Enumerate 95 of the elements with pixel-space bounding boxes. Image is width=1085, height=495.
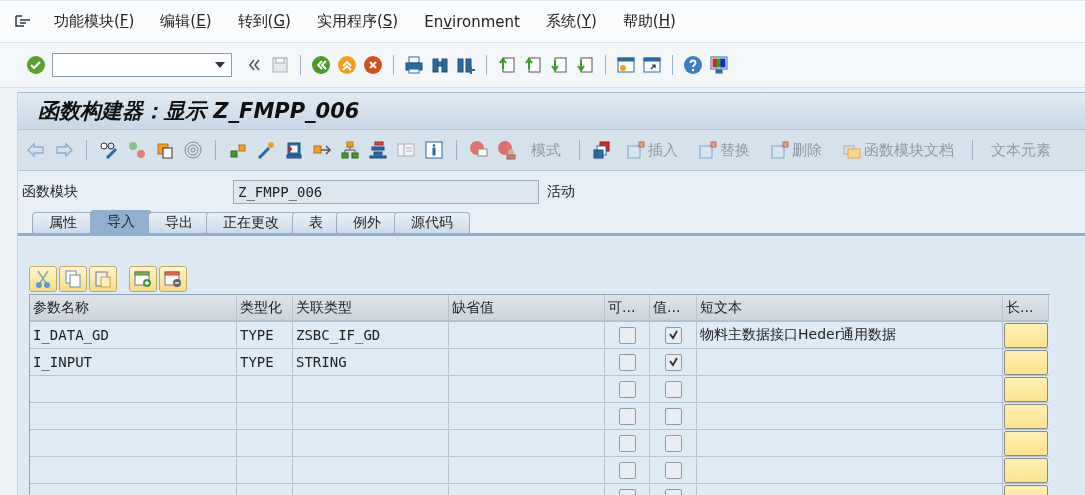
hierarchy-icon[interactable]: [340, 140, 360, 160]
menu-item[interactable]: 转到(G): [237, 12, 291, 31]
checkmark-icon: [667, 355, 679, 367]
long-text-button[interactable]: [1004, 322, 1048, 348]
checkbox[interactable]: [664, 434, 682, 452]
checkbox[interactable]: [618, 461, 636, 479]
switch-circles-icon[interactable]: [127, 140, 147, 160]
last-page-icon[interactable]: [575, 55, 595, 75]
column-header[interactable]: 类型化: [237, 295, 293, 322]
checkbox[interactable]: [664, 353, 682, 371]
dropdown-icon[interactable]: [215, 62, 225, 68]
previous-page-icon[interactable]: [523, 55, 543, 75]
square-flag-icon: [770, 140, 790, 160]
paste-icon: [93, 269, 113, 289]
long-text-button[interactable]: [1004, 430, 1048, 456]
glasses-pencil-icon[interactable]: [99, 140, 119, 160]
scissors-icon: [33, 269, 53, 289]
menu-item[interactable]: Environment: [424, 12, 520, 31]
print-icon[interactable]: [404, 55, 424, 75]
column-header[interactable]: 短文本: [697, 295, 1003, 322]
checkmark-icon: [667, 328, 679, 340]
copy-pages-icon[interactable]: [155, 140, 175, 160]
square-flag-icon: [626, 140, 646, 160]
checkbox[interactable]: [664, 407, 682, 425]
save-icon[interactable]: [270, 55, 290, 75]
command-field[interactable]: [52, 53, 232, 77]
long-text-button[interactable]: [1004, 403, 1048, 429]
spiral-icon[interactable]: [183, 140, 203, 160]
menu-icon[interactable]: [14, 13, 32, 30]
checkbox[interactable]: [618, 353, 636, 371]
checkbox[interactable]: [618, 326, 636, 344]
back-arrow-icon[interactable]: [26, 140, 46, 160]
shortcut-window-icon[interactable]: [642, 55, 662, 75]
column-header[interactable]: 值...: [650, 295, 697, 322]
exit-icon[interactable]: [337, 55, 357, 75]
function-module-field[interactable]: Z_FMPP_006: [233, 180, 539, 204]
copy-icon: [63, 269, 83, 289]
table-cell: I_INPUT: [30, 349, 237, 376]
square-flag-icon: [698, 140, 718, 160]
next-page-icon[interactable]: [549, 55, 569, 75]
field-label: 函数模块: [21, 183, 79, 201]
long-text-button[interactable]: [1004, 349, 1048, 375]
info-icon[interactable]: [424, 140, 444, 160]
table-cell: [237, 403, 293, 430]
magic-wand-icon[interactable]: [256, 140, 276, 160]
status-text: 活动: [547, 183, 575, 201]
binoculars-plus-icon[interactable]: [456, 55, 476, 75]
cancel-icon[interactable]: [363, 55, 383, 75]
table-cell: [237, 376, 293, 403]
column-header[interactable]: 关联类型: [293, 295, 449, 322]
menu-item[interactable]: 编辑(E): [160, 12, 212, 31]
screen-title: 函数构建器：显示 Z_FMPP_006: [38, 98, 360, 125]
add-row-icon: [133, 269, 153, 289]
forward-arrow-icon[interactable]: [54, 140, 74, 160]
checkbox[interactable]: [664, 461, 682, 479]
table-cell: TYPE: [237, 349, 293, 376]
checkbox[interactable]: [618, 380, 636, 398]
checkbox[interactable]: [664, 326, 682, 344]
insert-row-button[interactable]: [129, 266, 157, 292]
paste-button[interactable]: [89, 266, 117, 292]
checkbox[interactable]: [618, 434, 636, 452]
copy-button[interactable]: [59, 266, 87, 292]
back-icon[interactable]: [311, 55, 331, 75]
long-text-button[interactable]: [1004, 376, 1048, 402]
binoculars-icon[interactable]: [430, 55, 450, 75]
column-header[interactable]: 参数名称: [30, 295, 237, 322]
help-icon[interactable]: [683, 55, 703, 75]
stacked-bars-icon[interactable]: [368, 140, 388, 160]
checkbox[interactable]: [664, 380, 682, 398]
tab[interactable]: 源代码: [394, 212, 470, 233]
cut-button[interactable]: [29, 266, 57, 292]
long-text-button[interactable]: [1004, 457, 1048, 483]
table-cell: [237, 430, 293, 457]
new-window-icon[interactable]: [616, 55, 636, 75]
table-cell: STRING: [293, 349, 449, 376]
column-header[interactable]: 长...: [1003, 295, 1049, 322]
remove-row-icon: [163, 269, 183, 289]
menu-item[interactable]: 功能模块(F): [54, 12, 135, 31]
checkbox[interactable]: [618, 407, 636, 425]
table-cell: I_DATA_GD: [30, 322, 237, 349]
menu-item[interactable]: 帮助(H): [622, 12, 676, 31]
monitor-icon[interactable]: [709, 55, 729, 75]
tab[interactable]: 导入: [90, 210, 152, 233]
menu-item[interactable]: 系统(Y): [545, 12, 597, 31]
first-page-icon[interactable]: [497, 55, 517, 75]
column-header[interactable]: 缺省值: [449, 295, 605, 322]
table-cell: [237, 457, 293, 484]
window-stack-icon[interactable]: [592, 140, 612, 160]
table-cell: TYPE: [237, 322, 293, 349]
table-cell: ZSBC_IF_GD: [293, 322, 449, 349]
menu-item[interactable]: 实用程序(S): [316, 12, 399, 31]
check-icon[interactable]: [26, 55, 46, 75]
column-header[interactable]: 可...: [605, 295, 650, 322]
table-cell: 物料主数据接口Heder通用数据: [697, 322, 1003, 349]
delete-row-button[interactable]: [159, 266, 187, 292]
